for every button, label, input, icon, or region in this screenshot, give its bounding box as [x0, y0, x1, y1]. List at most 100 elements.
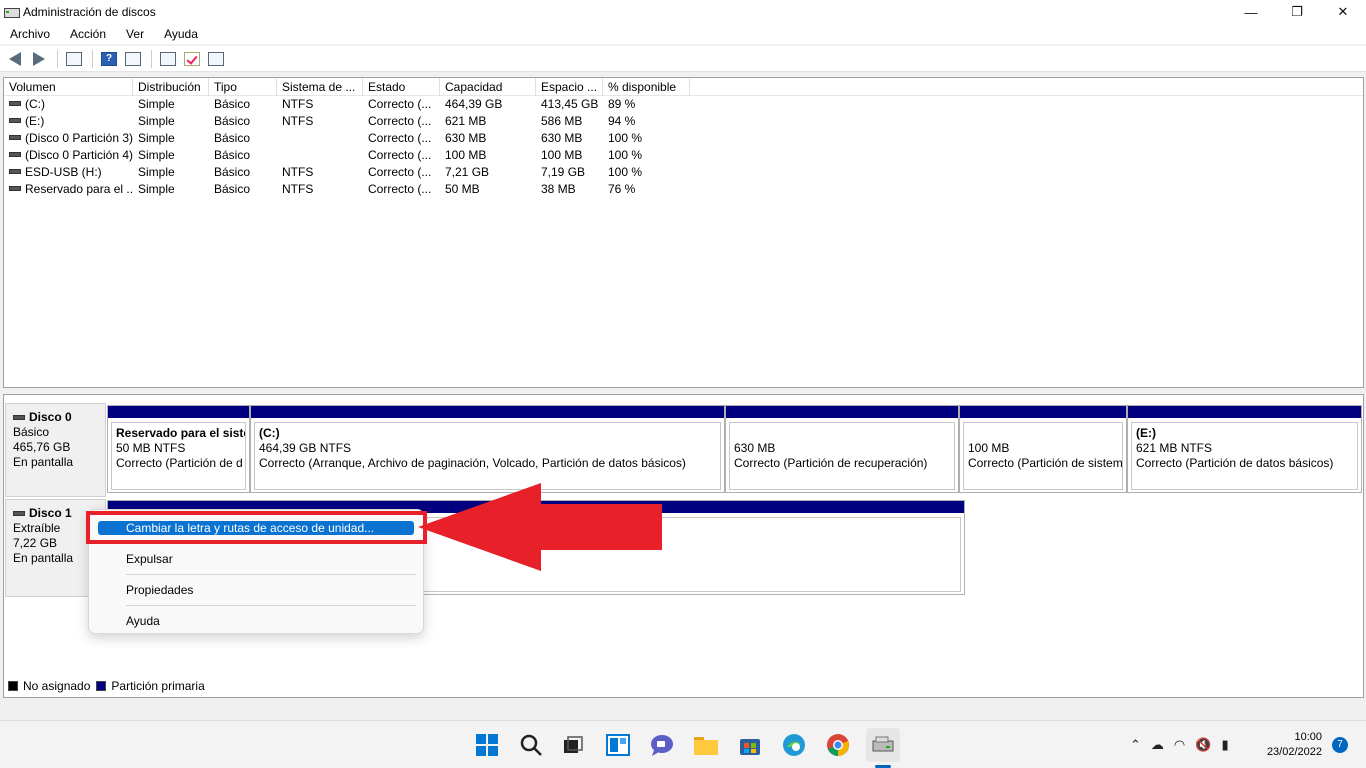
partition-system[interactable]: 100 MB Correcto (Partición de sistem [959, 405, 1127, 493]
volume-list-header: Volumen Distribución Tipo Sistema de ...… [4, 78, 1363, 96]
close-button[interactable]: ✕ [1320, 0, 1366, 24]
menu-ver[interactable]: Ver [116, 27, 154, 41]
table-cell: 100 MB [541, 148, 583, 162]
connect-disk-button[interactable] [157, 49, 179, 69]
volume-icon [9, 186, 21, 192]
chat-button[interactable] [648, 731, 676, 759]
disk-management-app-icon [4, 6, 20, 18]
volume-name: Reservado para el ... [25, 182, 133, 196]
menu-ayuda[interactable]: Ayuda [154, 27, 208, 41]
partition-recovery[interactable]: 630 MB Correcto (Partición de recuperaci… [725, 405, 959, 493]
table-cell: Correcto (... [368, 114, 432, 128]
column-header-capacidad[interactable]: Capacidad [440, 78, 536, 96]
disk-management-taskbar-button[interactable] [866, 728, 900, 762]
back-button[interactable] [4, 49, 26, 69]
partition-name [968, 426, 1118, 441]
system-tray: ⌃ ☁ ◠ 🔇 ▮ [1130, 721, 1239, 768]
checklist-icon [184, 51, 200, 66]
column-header-disponible[interactable]: % disponible [603, 78, 690, 96]
column-header-volumen[interactable]: Volumen [4, 78, 133, 96]
notification-badge[interactable]: 7 [1332, 737, 1348, 753]
table-row[interactable]: (E:) Simple Básico NTFS Correcto (... 62… [4, 113, 1363, 130]
table-cell: NTFS [282, 165, 314, 179]
clock-time: 10:00 [1294, 731, 1322, 743]
disk-status: En pantalla [13, 455, 74, 469]
primary-partition-swatch [96, 681, 107, 691]
settings-view-button[interactable] [205, 49, 227, 69]
partition-reserved[interactable]: Reservado para el siste 50 MB NTFS Corre… [107, 405, 250, 493]
table-cell: 100 % [608, 165, 643, 179]
partition-status: Correcto (Partición de recuperación) [734, 456, 928, 470]
table-row[interactable]: (C:) Simple Básico NTFS Correcto (... 46… [4, 96, 1363, 113]
help-icon: ? [101, 51, 117, 66]
speaker-muted-icon[interactable]: 🔇 [1195, 737, 1211, 753]
table-cell: Correcto (... [368, 148, 432, 162]
unallocated-swatch [8, 681, 18, 691]
primary-partition-band [251, 406, 724, 418]
window-title: Administración de discos [23, 5, 156, 19]
partition-status: Correcto (Partición de sistem [968, 456, 1123, 470]
table-cell: 464,39 GB [445, 97, 503, 111]
wifi-icon[interactable]: ◠ [1174, 737, 1185, 753]
partition-e[interactable]: (E:) 621 MB NTFS Correcto (Partición de … [1127, 405, 1362, 493]
minimize-button[interactable]: — [1228, 0, 1274, 24]
task-view-button[interactable] [559, 731, 587, 759]
forward-button[interactable] [28, 49, 50, 69]
table-row[interactable]: Reservado para el ... Simple Básico NTFS… [4, 181, 1363, 198]
table-cell: 76 % [608, 182, 636, 196]
edge-button[interactable] [780, 731, 808, 759]
table-cell: 586 MB [541, 114, 583, 128]
menu-item-ayuda[interactable]: Ayuda [126, 614, 160, 628]
start-button[interactable] [473, 731, 501, 759]
clock-date: 23/02/2022 [1266, 746, 1322, 758]
search-button[interactable] [517, 731, 545, 759]
partition-c[interactable]: (C:) 464,39 GB NTFS Correcto (Arranque, … [250, 405, 725, 493]
table-cell: Simple [138, 97, 175, 111]
checklist-button[interactable] [181, 49, 203, 69]
volume-icon [9, 169, 21, 175]
primary-partition-band [1128, 406, 1361, 418]
list-view-icon [208, 51, 224, 66]
table-row[interactable]: (Disco 0 Partición 4) Simple Básico Corr… [4, 147, 1363, 164]
properties-view-button[interactable] [122, 49, 144, 69]
volume-list[interactable]: Volumen Distribución Tipo Sistema de ...… [3, 77, 1364, 388]
column-header-estado[interactable]: Estado [363, 78, 440, 96]
table-row[interactable]: ESD-USB (H:) Simple Básico NTFS Correcto… [4, 164, 1363, 181]
maximize-button[interactable]: ❐ [1274, 0, 1320, 24]
table-cell: 50 MB [445, 182, 480, 196]
file-explorer-button[interactable] [692, 731, 720, 759]
primary-partition-band [960, 406, 1126, 418]
menu-accion[interactable]: Acción [60, 27, 116, 41]
store-button[interactable] [736, 731, 764, 759]
start-icon [476, 734, 498, 756]
menu-item-expulsar[interactable]: Expulsar [126, 552, 173, 566]
help-button[interactable]: ? [98, 49, 120, 69]
chrome-button[interactable] [824, 731, 852, 759]
close-icon: ✕ [1337, 4, 1349, 19]
toolbar-separator [92, 49, 93, 68]
table-cell [277, 130, 363, 147]
widgets-button[interactable] [604, 731, 632, 759]
legend-label: No asignado [23, 679, 91, 693]
disk-0-label[interactable]: Disco 0 Básico 465,76 GB En pantalla [5, 403, 106, 497]
disk-management-icon [872, 736, 894, 752]
legend-label: Partición primaria [111, 679, 205, 693]
table-row[interactable]: (Disco 0 Partición 3) Simple Básico Corr… [4, 130, 1363, 147]
clock[interactable]: 10:00 23/02/2022 [1267, 730, 1322, 760]
table-cell: 94 % [608, 114, 636, 128]
table-cell: NTFS [282, 97, 314, 111]
battery-icon[interactable]: ▮ [1221, 737, 1228, 753]
chevron-up-icon[interactable]: ⌃ [1130, 737, 1141, 753]
column-header-distribucion[interactable]: Distribución [133, 78, 209, 96]
table-cell: Básico [214, 131, 251, 145]
search-icon [520, 734, 542, 756]
onedrive-cloud-icon[interactable]: ☁ [1151, 737, 1164, 753]
show-hide-tree-button[interactable] [63, 49, 85, 69]
menu-item-propiedades[interactable]: Propiedades [126, 583, 193, 597]
column-header-espacio[interactable]: Espacio ... [536, 78, 603, 96]
table-cell: Correcto (... [368, 97, 432, 111]
back-arrow-icon [9, 51, 21, 66]
menu-archivo[interactable]: Archivo [0, 27, 60, 41]
column-header-sistema[interactable]: Sistema de ... [277, 78, 363, 96]
column-header-tipo[interactable]: Tipo [209, 78, 277, 96]
